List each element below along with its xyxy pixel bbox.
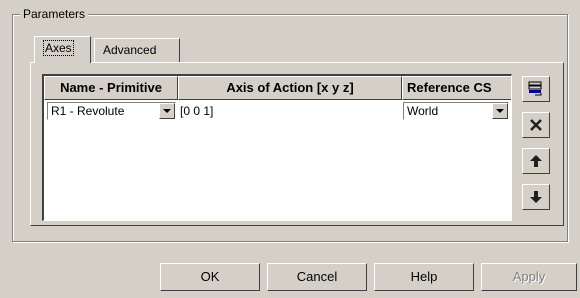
add-row-button[interactable]	[522, 76, 550, 102]
tab-axes[interactable]: Axes	[34, 36, 91, 63]
move-down-icon	[530, 191, 542, 203]
groupbox-title: Parameters	[20, 6, 89, 22]
name-primitive-value: R1 - Revolute	[51, 104, 125, 118]
chevron-down-icon[interactable]	[159, 103, 175, 119]
grid-header: Name - Primitive Axis of Action [x y z] …	[44, 76, 511, 100]
help-button[interactable]: Help	[374, 263, 474, 291]
delete-button[interactable]	[522, 112, 550, 138]
table-row[interactable]: R1 - Revolute [0 0 1] World	[44, 100, 511, 122]
add-row-icon	[528, 81, 542, 96]
column-header-name-primitive[interactable]: Name - Primitive	[44, 76, 178, 100]
column-header-axis-of-action[interactable]: Axis of Action [x y z]	[178, 76, 402, 100]
move-down-button[interactable]	[522, 184, 550, 210]
axes-grid[interactable]: Name - Primitive Axis of Action [x y z] …	[42, 74, 512, 221]
column-header-reference-cs[interactable]: Reference CS	[402, 76, 511, 100]
ok-button[interactable]: OK	[160, 263, 260, 291]
name-primitive-select[interactable]: R1 - Revolute	[47, 102, 176, 120]
tab-advanced-label: Advanced	[103, 43, 157, 57]
move-up-button[interactable]	[522, 148, 550, 174]
cancel-button[interactable]: Cancel	[267, 263, 367, 291]
apply-button[interactable]: Apply	[481, 263, 577, 291]
tab-advanced[interactable]: Advanced	[94, 38, 180, 62]
axis-of-action-cell[interactable]: [0 0 1]	[178, 102, 400, 120]
chevron-down-icon[interactable]	[492, 103, 508, 119]
move-up-icon	[530, 155, 542, 167]
reference-cs-value: World	[407, 104, 439, 118]
reference-cs-select[interactable]: World	[403, 102, 509, 120]
tab-axes-label: Axes	[43, 40, 74, 56]
delete-icon	[530, 119, 542, 131]
